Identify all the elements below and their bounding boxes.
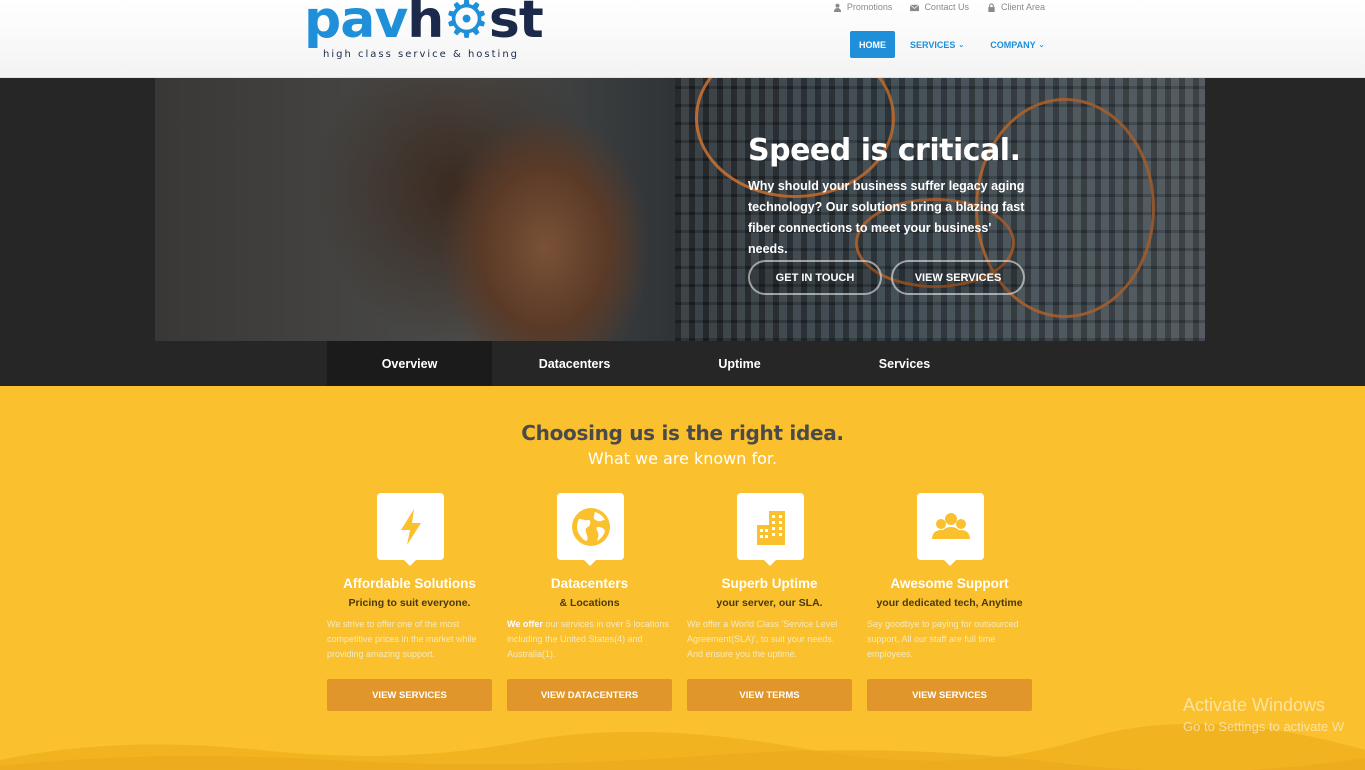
view-services-button[interactable]: VIEW SERVICES <box>891 260 1025 295</box>
hero-text: Why should your business suffer legacy a… <box>748 179 1025 256</box>
logo-tagline: high class service & hosting <box>323 49 520 60</box>
promotions-link[interactable]: Promotions <box>833 2 892 12</box>
logo-wordmark: pavh⚙st <box>304 0 544 46</box>
get-in-touch-button[interactable]: GET IN TOUCH <box>748 260 882 295</box>
building-icon <box>756 510 785 545</box>
globe-icon <box>571 507 610 546</box>
site-header: pavh⚙st high class service & hosting Pro… <box>0 0 1365 78</box>
feature-title: Awesome Support <box>890 576 1009 591</box>
tab-services[interactable]: Services <box>822 341 987 386</box>
feature-subtitle: Pricing to suit everyone. <box>348 597 471 609</box>
feature-uptime: Superb Uptime your server, our SLA. We o… <box>687 493 852 711</box>
hero-title: Speed is critical. <box>748 133 1021 168</box>
lock-icon <box>988 2 995 12</box>
feature-icon-box <box>557 493 624 566</box>
feature-subtitle: your server, our SLA. <box>716 597 823 609</box>
decorative-wave <box>0 723 1365 770</box>
hero-content: Speed is critical. Why should your busin… <box>748 133 1048 260</box>
tab-datacenters[interactable]: Datacenters <box>492 341 657 386</box>
feature-subtitle: & Locations <box>559 597 620 609</box>
feature-affordable: Affordable Solutions Pricing to suit eve… <box>327 493 492 711</box>
chevron-down-icon: ⌄ <box>958 41 965 49</box>
gear-icon: ⚙ <box>443 0 490 50</box>
contact-us-link[interactable]: Contact Us <box>910 2 969 12</box>
lightning-icon <box>400 508 421 545</box>
pavhost-logo[interactable]: pavh⚙st high class service & hosting <box>304 0 544 62</box>
chevron-down-icon: ⌄ <box>1038 41 1045 49</box>
hero-buttons: GET IN TOUCH VIEW SERVICES <box>748 260 1025 295</box>
section-title: Choosing us is the right idea. <box>521 421 844 445</box>
feature-datacenters: Datacenters & Locations We offer our ser… <box>507 493 672 711</box>
tab-uptime[interactable]: Uptime <box>657 341 822 386</box>
feature-icon-box <box>377 493 444 566</box>
nav-services[interactable]: SERVICES ⌄ <box>897 31 977 58</box>
envelope-icon <box>910 4 920 11</box>
main-nav: HOME SERVICES ⌄ COMPANY ⌄ <box>850 31 1057 58</box>
feature-title: Affordable Solutions <box>343 576 476 591</box>
nav-home[interactable]: HOME <box>850 31 895 58</box>
feature-icon-box <box>737 493 804 566</box>
feature-subtitle: your dedicated tech, Anytime <box>876 597 1023 609</box>
view-terms-button[interactable]: VIEW TERMS <box>687 679 852 711</box>
feature-description: Say goodbye to paying for outsourced sup… <box>867 619 1019 659</box>
feature-description: We strive to offer one of the most compe… <box>327 619 477 659</box>
feature-description: We offer our services in over 5 location… <box>507 619 669 659</box>
view-datacenters-button[interactable]: VIEW DATACENTERS <box>507 679 672 711</box>
feature-title: Superb Uptime <box>721 576 818 591</box>
client-area-link[interactable]: Client Area <box>987 2 1045 12</box>
feature-support: Awesome Support your dedicated tech, Any… <box>867 493 1032 711</box>
user-icon <box>833 3 842 12</box>
section-tabs: Overview Datacenters Uptime Services <box>327 341 987 386</box>
view-services-button[interactable]: VIEW SERVICES <box>867 679 1032 711</box>
section-subtitle: What we are known for. <box>587 449 778 468</box>
feature-title: Datacenters <box>550 576 629 591</box>
nav-company[interactable]: COMPANY ⌄ <box>977 31 1057 58</box>
view-services-button[interactable]: VIEW SERVICES <box>327 679 492 711</box>
feature-icon-box <box>917 493 984 566</box>
team-icon <box>931 512 970 539</box>
tab-overview[interactable]: Overview <box>327 341 492 386</box>
windows-activation-watermark: Activate Windows Go to Settings to activ… <box>1183 695 1345 734</box>
top-links: Promotions Contact Us Client Area <box>833 2 1045 12</box>
feature-description: We offer a World Class 'Service Level Ag… <box>687 619 838 659</box>
